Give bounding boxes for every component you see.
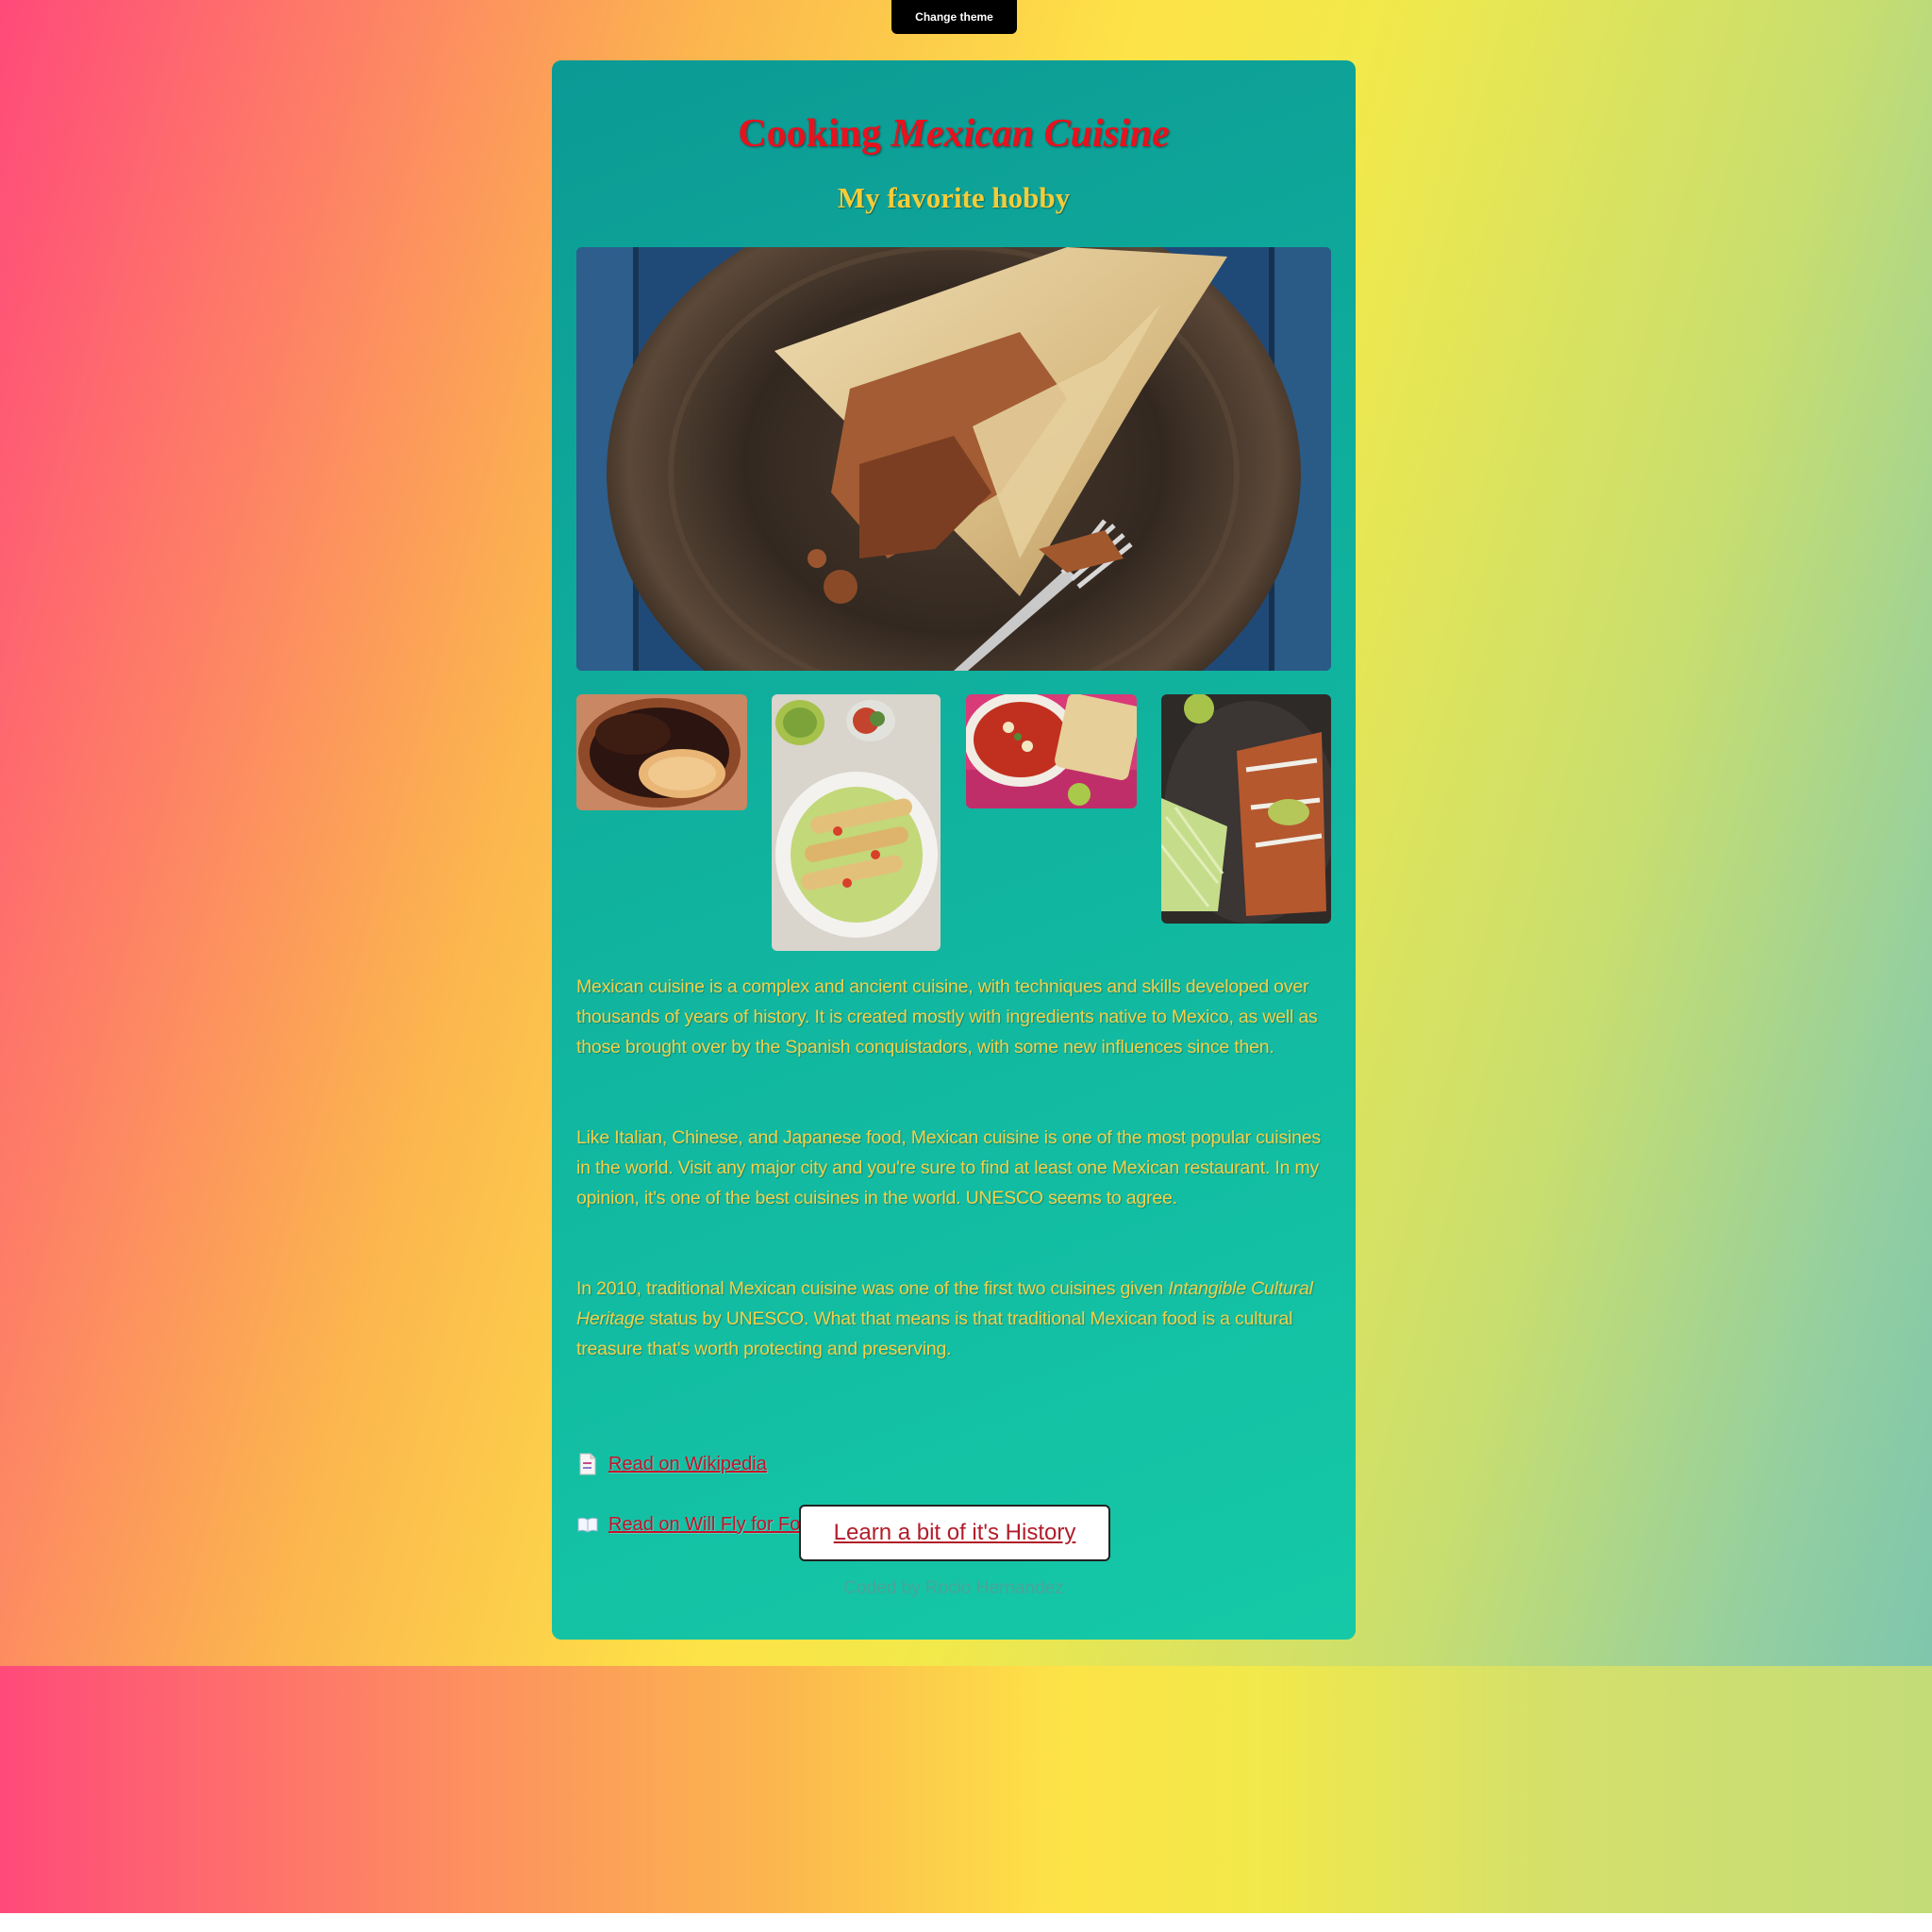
mole-and-rice-photo	[576, 694, 747, 810]
enchiladas-photo	[1161, 694, 1331, 924]
flautas-plate-photo	[772, 694, 941, 951]
page-subtitle: My favorite hobby	[837, 181, 1071, 214]
title-plain: Cooking	[738, 112, 881, 156]
unesco-text-before: In 2010, traditional Mexican cuisine was…	[576, 1278, 1169, 1299]
open-book-icon	[576, 1513, 599, 1536]
document-icon	[576, 1453, 599, 1475]
change-theme-button[interactable]: Change theme	[891, 0, 1017, 34]
page-gradient-background-bottom	[0, 1666, 1932, 1913]
intro-paragraph: Mexican cuisine is a complex and ancient…	[576, 976, 1318, 1058]
footer-credit: Coded by Rocio Hernandez	[843, 1578, 1064, 1598]
pozole-tostadas-photo	[966, 694, 1137, 808]
wikipedia-link[interactable]: Read on Wikipedia	[608, 1454, 767, 1475]
unesco-paragraph: In 2010, traditional Mexican cuisine was…	[576, 1274, 1339, 1364]
unesco-text-after: status by UNESCO. What that means is tha…	[576, 1308, 1293, 1359]
wikipedia-link-row: Read on Wikipedia	[576, 1453, 767, 1475]
tamale-photo	[576, 247, 1331, 671]
popularity-paragraph: Like Italian, Chinese, and Japanese food…	[576, 1127, 1321, 1208]
page-title: Cooking Mexican Cuisine	[552, 111, 1356, 157]
content-card: Cooking Mexican Cuisine My favorite hobb…	[552, 60, 1356, 1640]
title-italic: Mexican Cuisine	[891, 112, 1170, 156]
learn-history-button[interactable]: Learn a bit of it's History	[799, 1505, 1110, 1561]
